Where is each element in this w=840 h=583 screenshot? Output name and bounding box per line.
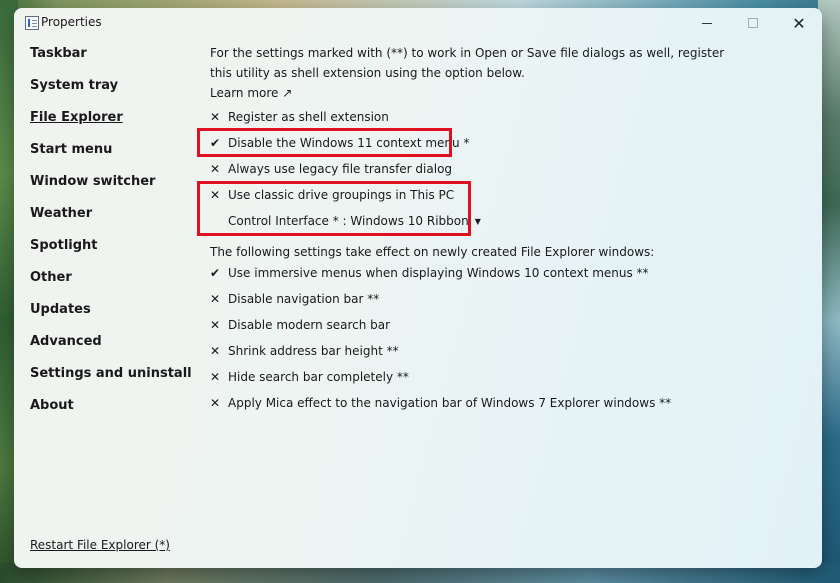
sidebar-item-updates[interactable]: Updates [30,302,200,334]
option-label: Always use legacy file transfer dialog [228,162,453,176]
intro-text-line-1: For the settings marked with (**) to wor… [210,46,725,60]
maximize-icon [748,18,758,28]
option-disable-navigation-bar[interactable]: ✕ Disable navigation bar ** [210,289,379,309]
option-label: Shrink address bar height ** [228,344,399,358]
unchecked-icon: ✕ [210,318,221,332]
option-label: Disable navigation bar ** [228,292,380,306]
option-label: Disable modern search bar [228,318,391,332]
option-legacy-file-transfer[interactable]: ✕ Always use legacy file transfer dialog [210,159,452,179]
title-bar[interactable]: Properties ✕ [14,8,822,38]
window-title: Properties [41,15,102,29]
sidebar-item-start-menu[interactable]: Start menu [30,142,200,174]
option-immersive-menus[interactable]: ✔ Use immersive menus when displaying Wi… [210,263,649,283]
minimize-button[interactable] [684,8,730,38]
checkmark-icon: ✔ [210,266,221,280]
sidebar-item-system-tray[interactable]: System tray [30,78,200,110]
unchecked-icon: ✕ [210,292,221,306]
minimize-icon [702,22,712,24]
maximize-button[interactable] [730,8,776,38]
sidebar-item-file-explorer[interactable]: File Explorer [30,110,200,142]
option-shrink-address-bar[interactable]: ✕ Shrink address bar height ** [210,341,399,361]
unchecked-icon: ✕ [210,162,221,176]
highlight-box-drive-groupings [197,181,471,236]
unchecked-icon: ✕ [210,396,221,410]
sidebar-item-window-switcher[interactable]: Window switcher [30,174,200,206]
sidebar-item-weather[interactable]: Weather [30,206,200,238]
sidebar-item-spotlight[interactable]: Spotlight [30,238,200,270]
sidebar-item-taskbar[interactable]: Taskbar [30,46,200,78]
intro-text-line-2: this utility as shell extension using th… [210,66,525,80]
option-disable-modern-search[interactable]: ✕ Disable modern search bar [210,315,390,335]
option-label: Use immersive menus when displaying Wind… [228,266,649,280]
option-label: Hide search bar completely ** [228,370,409,384]
sidebar-item-about[interactable]: About [30,398,200,430]
restart-file-explorer-link[interactable]: Restart File Explorer (*) [30,538,170,552]
unchecked-icon: ✕ [210,110,221,124]
option-label: Register as shell extension [228,110,389,124]
sidebar: Taskbar System tray File Explorer Start … [30,46,200,430]
settings-content: For the settings marked with (**) to wor… [210,43,770,410]
option-hide-search-bar[interactable]: ✕ Hide search bar completely ** [210,367,409,387]
dropdown-arrow-icon: ▼ [474,216,481,226]
learn-more-link[interactable]: Learn more ↗ [210,83,770,103]
unchecked-icon: ✕ [210,344,221,358]
close-icon: ✕ [792,13,806,33]
unchecked-icon: ✕ [210,370,221,384]
app-icon [25,16,39,30]
close-button[interactable]: ✕ [776,8,822,38]
option-label: Apply Mica effect to the navigation bar … [228,396,672,410]
highlight-box-context-menu [197,128,452,157]
sidebar-item-advanced[interactable]: Advanced [30,334,200,366]
properties-window: Properties ✕ Taskbar System tray File Ex… [14,8,822,568]
option-register-shell-extension[interactable]: ✕ Register as shell extension [210,107,389,127]
sidebar-item-settings-and-uninstall[interactable]: Settings and uninstall [30,366,200,398]
sidebar-item-other[interactable]: Other [30,270,200,302]
new-windows-note: The following settings take effect on ne… [210,245,655,259]
option-mica-effect[interactable]: ✕ Apply Mica effect to the navigation ba… [210,393,671,413]
